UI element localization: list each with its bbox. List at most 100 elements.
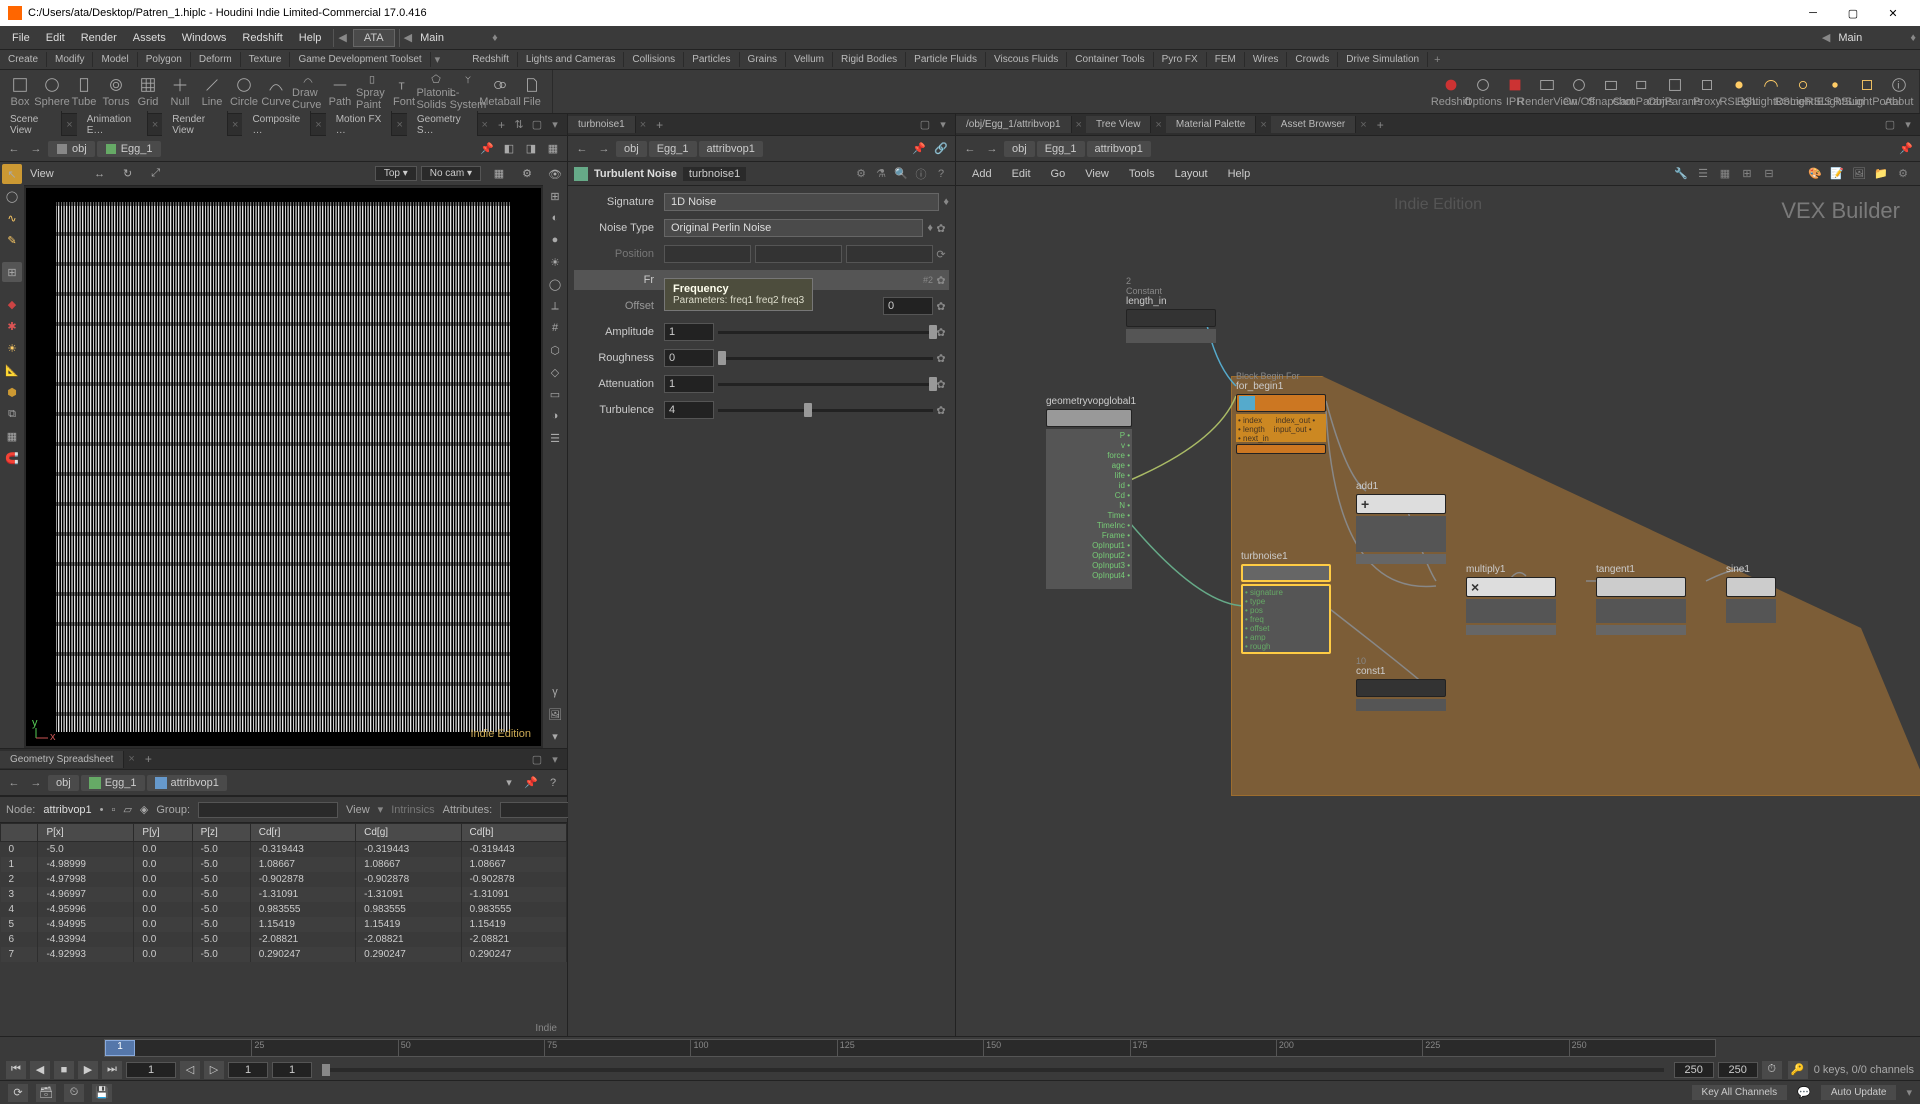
nav-fwd-icon[interactable]: → — [982, 139, 1002, 159]
net-folder-icon[interactable]: 📁 — [1872, 165, 1890, 183]
col-header[interactable]: Cd[g] — [356, 824, 461, 842]
shelf-rs-renderview[interactable]: RenderView — [1531, 73, 1563, 111]
nav-fwd-icon[interactable]: → — [26, 139, 46, 159]
net-grid3-icon[interactable]: ⊟ — [1760, 165, 1778, 183]
tab-add-icon[interactable]: + — [139, 752, 158, 766]
range-startv-input[interactable] — [272, 1062, 312, 1078]
net-pin-icon[interactable]: 📌 — [1896, 139, 1916, 159]
auto-update-button[interactable]: Auto Update — [1821, 1085, 1897, 1100]
vex-edit[interactable]: Edit — [1004, 165, 1039, 183]
net-note-icon[interactable]: 📝 — [1828, 165, 1846, 183]
timeline-track[interactable]: 255075100125150175200225250 1 — [104, 1039, 1716, 1057]
backface-icon[interactable]: ◑ — [545, 406, 565, 426]
shelf-tab[interactable]: Grains — [740, 52, 786, 67]
range-start-input[interactable] — [228, 1062, 268, 1078]
intrinsics-label[interactable]: Intrinsics — [391, 804, 434, 816]
tab-add-icon[interactable]: + — [650, 118, 669, 132]
shelf-platonic[interactable]: Platonic Solids — [420, 73, 452, 111]
pane-max-icon[interactable]: ▢ — [1882, 117, 1898, 133]
ss-class-detail-icon[interactable]: ◈ — [140, 800, 148, 820]
shelf-file[interactable]: File — [516, 73, 548, 111]
parm-search-icon[interactable]: 🔍 — [893, 166, 909, 182]
shelf-tube[interactable]: Tube — [68, 73, 100, 111]
desktop-right-drop-icon[interactable]: ♦ — [1910, 32, 1916, 44]
render-icon[interactable]: ▦ — [543, 139, 563, 159]
viewport-camera[interactable]: No cam ▾ — [421, 166, 481, 181]
tab-close-icon[interactable]: × — [392, 119, 406, 131]
vp-scale-icon[interactable]: ⤢ — [146, 164, 166, 184]
vp-move-icon[interactable]: ↔ — [90, 164, 110, 184]
shelf-rs-lightportal[interactable]: RSLightPortal — [1851, 73, 1883, 111]
vp-handle-icon[interactable] — [62, 164, 82, 184]
shelf-tab[interactable]: Collisions — [624, 52, 684, 67]
col-header[interactable]: P[y] — [134, 824, 192, 842]
attenuation-input[interactable] — [664, 375, 714, 393]
shelf-path[interactable]: Path — [324, 73, 356, 111]
node-multiply[interactable]: multiply1 × — [1466, 564, 1556, 635]
tab-close-icon[interactable]: × — [1151, 119, 1165, 131]
tab-close-icon[interactable]: × — [228, 119, 242, 131]
geo-tool-icon[interactable]: ◆ — [2, 294, 22, 314]
boundary-icon[interactable]: ▭ — [545, 384, 565, 404]
shelf-grid[interactable]: Grid — [132, 73, 164, 111]
xray-icon[interactable]: ◇ — [545, 362, 565, 382]
normals-icon[interactable]: ⟂ — [545, 296, 565, 316]
shelf-drawcurve[interactable]: Draw Curve — [292, 73, 324, 111]
parm-info-icon[interactable]: ⓘ — [913, 166, 929, 182]
parm-link-icon[interactable]: ⟳ — [933, 248, 949, 261]
menu-edit[interactable]: Edit — [38, 29, 73, 47]
view-drop-icon[interactable]: ▾ — [378, 803, 384, 816]
parm-help-icon[interactable]: ? — [933, 166, 949, 182]
range-slider[interactable] — [322, 1068, 1664, 1072]
chat-icon[interactable]: 💬 — [1797, 1086, 1811, 1099]
tab-close-icon[interactable]: × — [311, 119, 325, 131]
vex-help[interactable]: Help — [1220, 165, 1259, 183]
shelf-null[interactable]: Null — [164, 73, 196, 111]
measure-tool-icon[interactable]: 📐 — [2, 360, 22, 380]
noisetype-select[interactable]: Original Perlin Noise — [664, 219, 923, 237]
roughness-slider[interactable] — [718, 357, 933, 360]
ghost-icon[interactable]: ◯ — [545, 274, 565, 294]
shelf-tab[interactable]: Lights and Cameras — [518, 52, 625, 67]
pane-menu-icon[interactable]: ▾ — [547, 117, 563, 133]
node-global[interactable]: geometryvopglobal1 P •v •force •age •lif… — [1046, 396, 1136, 589]
ss-class-verts-icon[interactable]: ▫ — [112, 800, 116, 820]
node-turbnoise[interactable]: turbnoise1 • signature• type• pos• freq•… — [1241, 551, 1331, 654]
desktop-prev-icon[interactable]: ◀ — [338, 31, 346, 44]
tab-assetbrowser[interactable]: Asset Browser — [1271, 116, 1356, 133]
net-grid2-icon[interactable]: ⊞ — [1738, 165, 1756, 183]
shelf-tab[interactable]: Rigid Bodies — [833, 52, 906, 67]
table-row[interactable]: 1-4.989990.0-5.01.086671.086671.08667 — [1, 857, 567, 872]
pos-z-input[interactable] — [846, 245, 933, 263]
shelf-tab[interactable]: Game Development Toolset — [290, 52, 430, 67]
crumb-vop[interactable]: attribvop1 — [147, 775, 227, 791]
step-fwd-icon[interactable]: ▷ — [204, 1061, 224, 1079]
col-header[interactable]: Cd[b] — [461, 824, 566, 842]
magnet-tool-icon[interactable]: 🧲 — [2, 448, 22, 468]
shade-flat-icon[interactable]: ◐ — [545, 208, 565, 228]
shelf-tab[interactable]: Viscous Fluids — [986, 52, 1067, 67]
table-row[interactable]: 0-5.00.0-5.0-0.319443-0.319443-0.319443 — [1, 842, 567, 858]
node-sine[interactable]: sine1 — [1726, 564, 1776, 623]
gamma-icon[interactable]: γ — [545, 682, 565, 702]
tab-close-icon[interactable]: × — [478, 119, 492, 131]
vp-rotate-icon[interactable]: ↻ — [118, 164, 138, 184]
spreadsheet-table[interactable]: P[x]P[y]P[z]Cd[r]Cd[g]Cd[b] 0-5.00.0-5.0… — [0, 823, 567, 1021]
node-for-begin[interactable]: Block Begin For for_begin1 • index index… — [1236, 371, 1326, 454]
crumb-obj[interactable]: obj — [48, 141, 95, 157]
pin-icon[interactable]: 📌 — [477, 139, 497, 159]
crumb-obj[interactable]: obj — [616, 141, 647, 157]
tab-add-icon[interactable]: + — [492, 118, 511, 132]
tab-close-icon[interactable]: × — [124, 753, 138, 765]
shelf-add-icon[interactable]: + — [1428, 54, 1446, 66]
pane-link-icon[interactable]: ⇅ — [511, 117, 527, 133]
node-tangent[interactable]: tangent1 — [1596, 564, 1686, 635]
curve-tool-icon[interactable]: ∿ — [2, 208, 22, 228]
uv-tool-icon[interactable]: ▦ — [2, 426, 22, 446]
cache-icon[interactable]: 🗃 — [36, 1084, 56, 1102]
table-row[interactable]: 6-4.939940.0-5.0-2.08821-2.08821-2.08821 — [1, 932, 567, 947]
vp-layout-icon[interactable]: ▦ — [489, 164, 509, 184]
tab-close-icon[interactable]: × — [636, 119, 650, 131]
parm-gear-icon[interactable]: ✿ — [933, 404, 949, 417]
shelf-expand-icon[interactable]: ▾ — [431, 53, 445, 66]
